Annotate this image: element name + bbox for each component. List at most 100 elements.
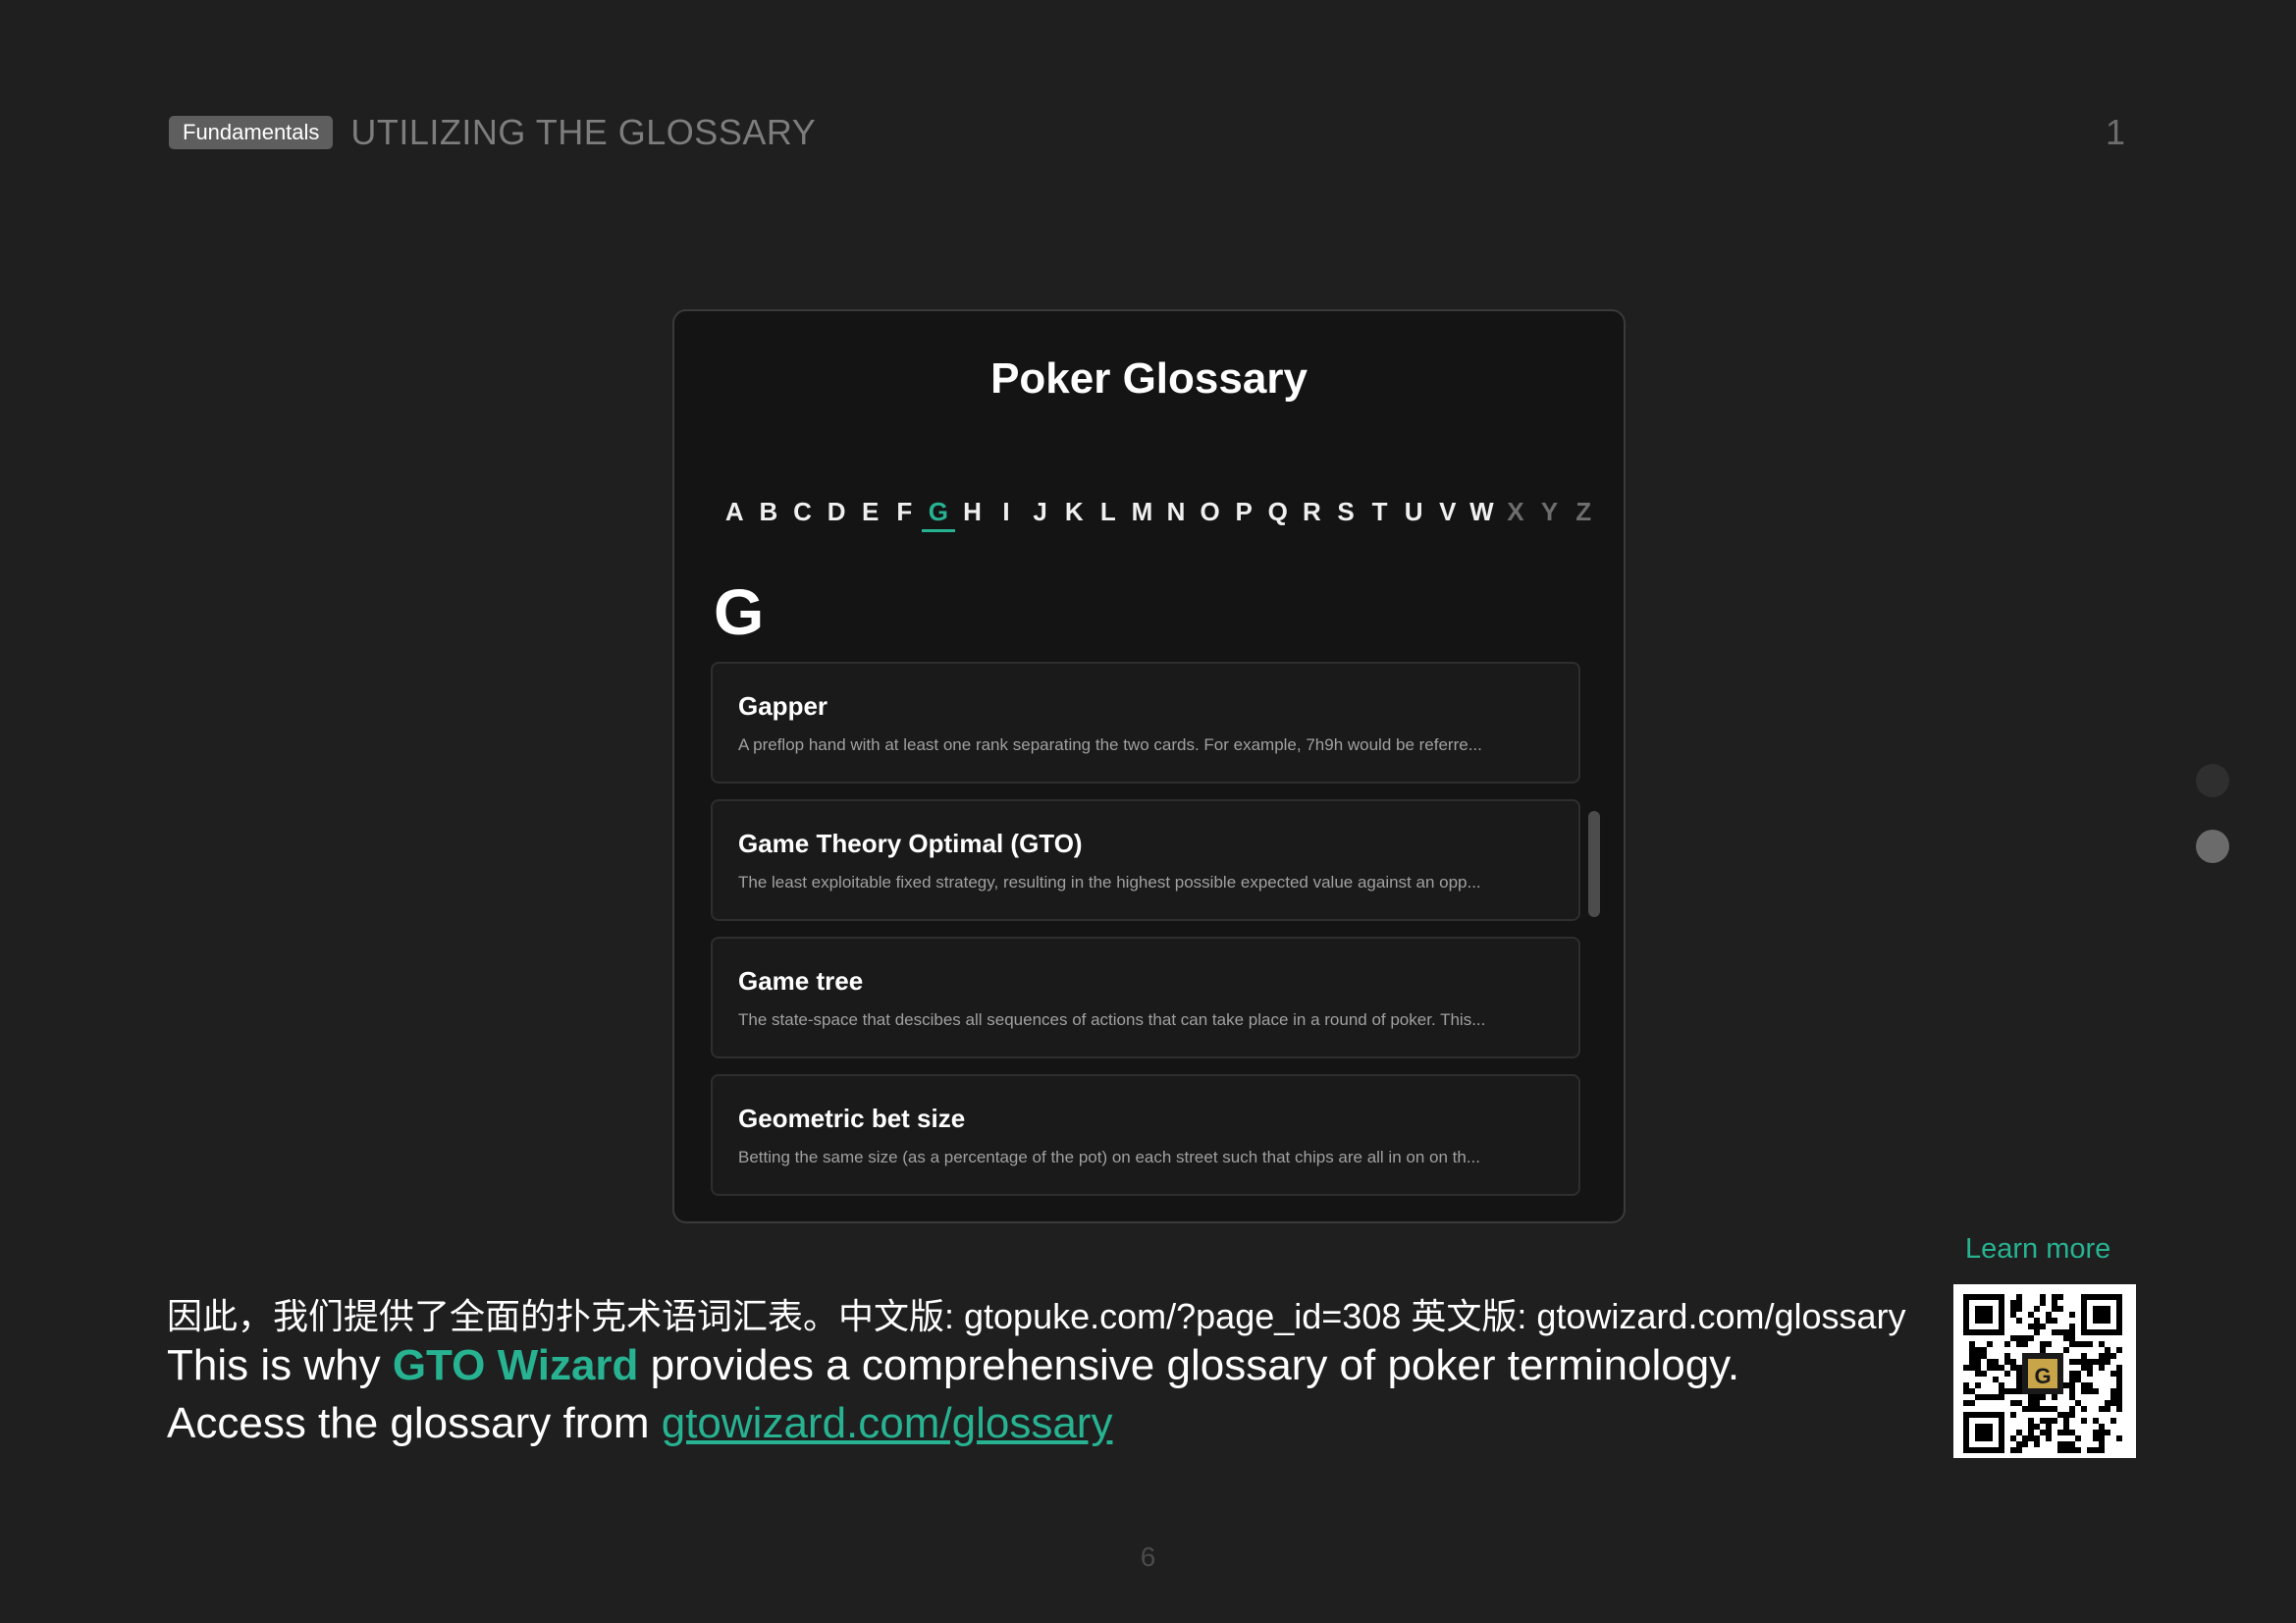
alphabet-letter-f[interactable]: F: [887, 497, 922, 527]
qr-module: [2063, 1447, 2069, 1453]
alphabet-letter-r[interactable]: R: [1295, 497, 1329, 527]
qr-module: [1975, 1365, 1981, 1371]
qr-module: [2116, 1382, 2122, 1388]
qr-module: [2116, 1371, 2122, 1377]
qr-module: [2110, 1371, 2116, 1377]
qr-module: [2040, 1300, 2046, 1306]
alphabet-letter-x[interactable]: X: [1499, 497, 1533, 527]
caption-text: Access the glossary from: [167, 1399, 662, 1447]
qr-module: [2016, 1335, 2022, 1341]
qr-module: [1981, 1394, 1987, 1400]
glossary-link[interactable]: gtowizard.com/glossary: [662, 1399, 1113, 1447]
qr-module: [1969, 1353, 1975, 1359]
qr-module: [2010, 1300, 2016, 1306]
qr-module: [2116, 1406, 2122, 1412]
alphabet-letter-t[interactable]: T: [1362, 497, 1397, 527]
alphabet-letter-y[interactable]: Y: [1532, 497, 1567, 527]
qr-code[interactable]: G: [1953, 1284, 2136, 1458]
glossary-panel: Poker Glossary ABCDEFGHIJKLMNOPQRSTUVWXY…: [672, 309, 1626, 1223]
alphabet-letter-m[interactable]: M: [1125, 497, 1159, 527]
alphabet-letter-d[interactable]: D: [820, 497, 854, 527]
qr-module: [2069, 1312, 2075, 1318]
qr-module: [2116, 1435, 2122, 1441]
alphabet-letter-e[interactable]: E: [853, 497, 887, 527]
qr-module: [2099, 1353, 2105, 1359]
qr-module: [2063, 1335, 2069, 1341]
qr-module: [2004, 1353, 2010, 1359]
learn-more-link[interactable]: Learn more: [1965, 1233, 2110, 1266]
qr-module: [2116, 1377, 2122, 1382]
qr-module: [2004, 1341, 2010, 1347]
qr-module: [2069, 1324, 2075, 1329]
qr-module: [2075, 1447, 2081, 1453]
qr-module: [2063, 1347, 2069, 1353]
qr-module: [2040, 1347, 2046, 1353]
qr-module: [2057, 1306, 2063, 1312]
qr-module: [2069, 1335, 2075, 1341]
glossary-entry[interactable]: Game tree The state-space that descibes a…: [711, 937, 1580, 1058]
glossary-entry[interactable]: Geometric bet size Betting the same size …: [711, 1074, 1580, 1196]
alphabet-letter-a[interactable]: A: [718, 497, 752, 527]
glossary-entry[interactable]: Game Theory Optimal (GTO) The least explo…: [711, 799, 1580, 921]
qr-module: [2034, 1441, 2040, 1447]
glossary-entry[interactable]: Gapper A preflop hand with at least one r…: [711, 662, 1580, 784]
qr-module: [2099, 1447, 2105, 1453]
qr-module: [2022, 1335, 2028, 1341]
alphabet-letter-p[interactable]: P: [1227, 497, 1261, 527]
qr-logo-glyph: G: [2034, 1364, 2051, 1388]
qr-module: [2016, 1441, 2022, 1447]
qr-module: [2040, 1418, 2046, 1424]
qr-module: [2016, 1447, 2022, 1453]
entry-description: The state-space that descibes all sequen…: [738, 1010, 1486, 1029]
alphabet-letter-k[interactable]: K: [1057, 497, 1092, 527]
alphabet-letter-i[interactable]: I: [989, 497, 1024, 527]
qr-module: [2034, 1435, 2040, 1441]
alphabet-letter-s[interactable]: S: [1329, 497, 1363, 527]
alphabet-letter-o[interactable]: O: [1193, 497, 1227, 527]
qr-module: [1975, 1347, 1981, 1353]
qr-module: [2099, 1430, 2105, 1435]
qr-module: [2028, 1435, 2034, 1441]
qr-module: [2004, 1388, 2010, 1394]
qr-module: [2034, 1400, 2040, 1406]
qr-module: [2069, 1394, 2075, 1400]
qr-module: [1969, 1400, 1975, 1406]
qr-module: [2069, 1430, 2075, 1435]
entry-title: Gapper: [738, 691, 828, 721]
qr-module: [2099, 1435, 2105, 1441]
qr-module: [2028, 1324, 2034, 1329]
qr-module: [2010, 1335, 2016, 1341]
qr-module: [2004, 1371, 2010, 1377]
slide-nav-dot[interactable]: [2196, 764, 2229, 797]
qr-module: [2028, 1335, 2034, 1341]
qr-module: [2069, 1377, 2075, 1382]
list-scrollbar[interactable]: [1588, 811, 1600, 917]
alphabet-letter-n[interactable]: N: [1159, 497, 1194, 527]
qr-module: [2040, 1394, 2046, 1400]
qr-module: [2099, 1424, 2105, 1430]
qr-module: [2116, 1365, 2122, 1371]
slide-nav-dot-active[interactable]: [2196, 830, 2229, 863]
alphabet-letter-v[interactable]: V: [1430, 497, 1465, 527]
alphabet-letter-j[interactable]: J: [1023, 497, 1057, 527]
qr-module: [2099, 1406, 2105, 1412]
alphabet-letter-w[interactable]: W: [1465, 497, 1499, 527]
qr-module: [2116, 1347, 2122, 1353]
alphabet-letter-u[interactable]: U: [1397, 497, 1431, 527]
alphabet-letter-l[interactable]: L: [1092, 497, 1126, 527]
entry-title: Game Theory Optimal (GTO): [738, 829, 1083, 858]
section-letter-heading: G: [714, 575, 765, 648]
alphabet-letter-g[interactable]: G: [921, 497, 956, 532]
alphabet-letter-b[interactable]: B: [752, 497, 786, 527]
qr-module: [2081, 1341, 2087, 1347]
qr-module: [2034, 1406, 2040, 1412]
entry-title: Geometric bet size: [738, 1104, 966, 1133]
qr-module: [1975, 1382, 1981, 1388]
alphabet-letter-q[interactable]: Q: [1261, 497, 1296, 527]
qr-module: [2040, 1341, 2046, 1347]
alphabet-letter-z[interactable]: Z: [1567, 497, 1601, 527]
qr-module: [2022, 1441, 2028, 1447]
alphabet-letter-h[interactable]: H: [955, 497, 989, 527]
qr-module: [1993, 1394, 1999, 1400]
alphabet-letter-c[interactable]: C: [785, 497, 820, 527]
